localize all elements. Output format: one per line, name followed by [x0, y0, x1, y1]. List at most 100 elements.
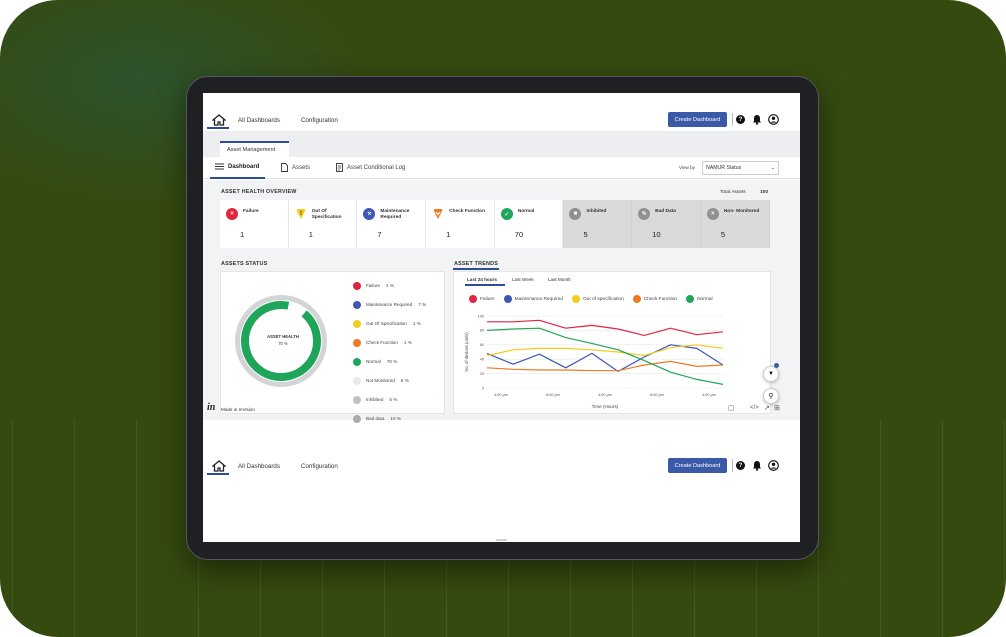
nav-divider	[732, 113, 733, 126]
trend-legend-label: Normal	[697, 296, 713, 302]
donut-center-label: ASSET HEALTH	[267, 334, 299, 339]
legend-item: Check Function 1 %	[353, 333, 445, 352]
configuration-link[interactable]: Configuration	[301, 463, 338, 470]
y-tick-label: 80	[480, 329, 484, 333]
tab-asset-log-label: Asset Conditional Log	[347, 164, 406, 171]
trend-legend-item: Maintenance Required	[503, 295, 563, 303]
filter-button[interactable]: ▼	[763, 366, 779, 382]
made-in-invision-label: Made in InVision	[221, 407, 255, 412]
search-button[interactable]: ⚲	[763, 388, 779, 404]
asset-trends-title: ASSET TRENDS	[454, 261, 499, 267]
all-dashboards-link[interactable]: All Dashboards	[238, 463, 280, 470]
question-circle-icon[interactable]: ?	[736, 115, 745, 124]
legend-dot	[686, 295, 695, 303]
trend-tab-week[interactable]: Last Week	[512, 277, 534, 282]
check-function-icon	[433, 209, 444, 219]
legend-label: Check Function	[366, 340, 398, 345]
trend-legend-label: Check Function	[643, 296, 678, 302]
card-label: Out Of Specification	[311, 209, 342, 220]
tab-assets[interactable]: Assets	[281, 163, 310, 172]
list-icon	[215, 163, 224, 170]
x-tick-label: 4:00 pm	[702, 393, 716, 397]
trend-legend-label: Maintenance Required	[514, 296, 563, 302]
series-line-normal	[486, 327, 724, 385]
legend-item: Maintenance Required 7 %	[353, 295, 445, 314]
trend-tab-24h[interactable]: Last 24 hours	[467, 277, 497, 282]
status-card-normal[interactable]: ✓ Normal 70	[494, 200, 564, 248]
status-card-maintenance-required[interactable]: ⚒ Maintenance Required 7	[357, 200, 427, 248]
total-assets-label: Total Assets	[720, 190, 746, 195]
legend-dot	[353, 338, 361, 347]
tab-asset-conditional-log[interactable]: Asset Conditional Log	[336, 163, 405, 172]
bell-icon[interactable]	[752, 460, 762, 471]
invision-logo: in	[207, 402, 216, 413]
y-tick-label: 40	[480, 358, 484, 362]
home-active-indicator	[207, 127, 229, 129]
tablet-screen: All Dashboards Configuration Create Dash…	[203, 93, 800, 542]
legend-pct: 1 %	[403, 340, 412, 345]
series-line-failure	[487, 319, 724, 336]
status-card-bad-data[interactable]: % Bad Data 10	[632, 200, 701, 248]
legend-dot	[353, 319, 361, 328]
x-tick-label: 4:00 pm	[494, 393, 508, 397]
trend-tab-month[interactable]: Last Month	[548, 277, 571, 282]
tab-dashboard[interactable]: Dashboard	[215, 163, 259, 170]
bell-icon[interactable]	[752, 114, 762, 125]
status-cards: × Failure 1 ! Out Of Specification 1 ⚒ M…	[220, 200, 770, 248]
comment-icon[interactable]: ▢	[728, 404, 735, 412]
legend-pct: 1 %	[386, 283, 394, 288]
create-dashboard-button[interactable]: Create Dashboard	[668, 112, 727, 127]
y-axis-label: No. of devices (units)	[464, 332, 469, 372]
assets-status-title: ASSETS STATUS	[221, 261, 268, 267]
module-tab-bar	[203, 131, 800, 157]
total-assets-value: 100	[760, 190, 769, 195]
card-label: Inhibited	[586, 209, 607, 214]
nav-divider	[732, 459, 733, 472]
status-card-out-of-specification[interactable]: ! Out Of Specification 1	[288, 200, 358, 248]
status-card-inhibited[interactable]: ■ Inhibited 5	[563, 200, 633, 248]
user-circle-icon[interactable]	[768, 460, 779, 471]
legend-item: Failure 1 %	[353, 276, 445, 295]
status-card-non-monitored[interactable]: × Non- Monitored 5	[700, 200, 770, 248]
donut-center-value: 70 %	[278, 341, 288, 346]
asset-trends-indicator	[453, 268, 499, 270]
status-card-check-function[interactable]: Check Function 1	[426, 200, 495, 248]
home-icon[interactable]	[212, 114, 226, 126]
question-circle-icon[interactable]: ?	[736, 461, 745, 470]
share-icon[interactable]: ↗	[764, 404, 770, 412]
home-icon[interactable]	[212, 460, 226, 472]
card-label: Failure	[243, 209, 259, 214]
configuration-link[interactable]: Configuration	[301, 117, 338, 124]
card-count: 7	[377, 230, 382, 239]
card-count: 10	[652, 230, 661, 239]
tab-asset-management[interactable]: Asset Management	[220, 141, 289, 157]
legend-label: Not Monitored	[366, 378, 395, 383]
chevron-down-icon: ⌄	[770, 165, 775, 171]
status-card-failure[interactable]: × Failure 1	[220, 200, 289, 248]
card-label: Non- Monitored	[723, 209, 760, 214]
user-circle-icon[interactable]	[768, 114, 779, 125]
legend-dot	[353, 281, 361, 290]
legend-dot	[469, 295, 477, 303]
trend-legend-label: Failure	[480, 296, 495, 302]
view-by-select[interactable]: NAMUR Status ⌄	[702, 161, 779, 175]
failure-icon: ×	[226, 208, 238, 220]
non-monitored-icon: ×	[706, 208, 719, 220]
trend-legend-item: Normal	[686, 295, 713, 303]
code-icon[interactable]: </>	[750, 405, 759, 411]
trend-tab-indicator	[465, 284, 505, 286]
legend-pct: 7 %	[418, 302, 427, 307]
view-by-value: NAMUR Status	[706, 165, 742, 171]
grid-icon[interactable]: ⊞	[774, 404, 780, 412]
all-dashboards-link[interactable]: All Dashboards	[238, 117, 280, 124]
legend-label: Out Of Specification	[366, 321, 407, 326]
tab-dashboard-label: Dashboard	[228, 163, 260, 170]
bad-data-icon: %	[638, 208, 651, 220]
view-by-label: View by	[679, 165, 696, 170]
legend-pct: 1 %	[412, 321, 421, 326]
home-active-indicator	[207, 473, 229, 475]
x-tick-label: 4:00 pm	[598, 393, 612, 397]
legend-label: Normal	[366, 359, 381, 364]
create-dashboard-button[interactable]: Create Dashboard	[668, 458, 727, 473]
filter-icon: ▼	[768, 371, 774, 377]
